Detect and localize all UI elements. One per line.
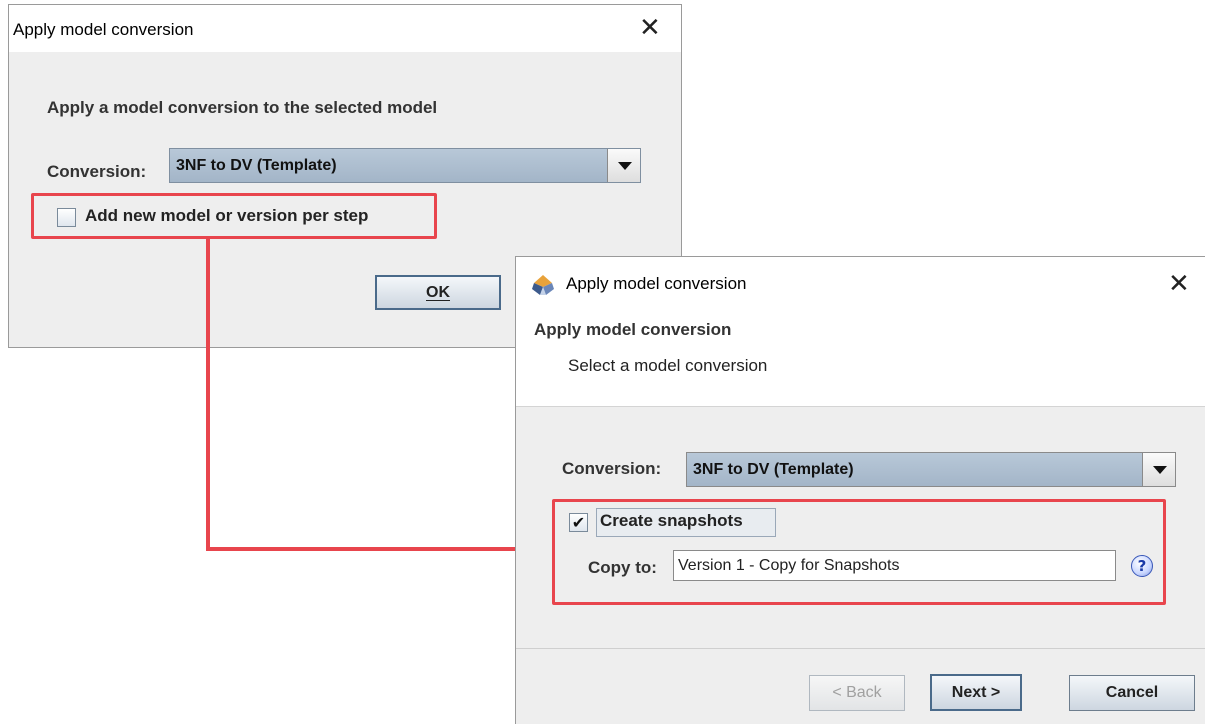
connector-line-vertical <box>206 236 210 551</box>
window-title: Apply model conversion <box>566 274 747 293</box>
conversion-select[interactable]: 3NF to DV (Template) <box>686 452 1176 487</box>
wizard-header: Apply model conversion ✕ Apply model con… <box>516 257 1205 407</box>
help-icon[interactable]: ? <box>1131 555 1153 577</box>
app-logo-icon <box>532 275 554 295</box>
create-snapshots-label[interactable]: Create snapshots <box>600 511 743 531</box>
conversion-selected-value: 3NF to DV (Template) <box>176 157 337 174</box>
footer-divider <box>516 648 1205 649</box>
dropdown-button[interactable] <box>607 149 640 182</box>
conversion-label: Conversion: <box>562 459 662 478</box>
close-icon[interactable]: ✕ <box>639 15 661 41</box>
next-button-label: Next > <box>951 683 1001 701</box>
create-snapshots-checkbox[interactable]: ✔ <box>569 513 588 532</box>
copy-to-label: Copy to: <box>588 558 657 577</box>
title-bar: Apply model conversion ✕ <box>9 5 681 52</box>
wizard-step-subtitle: Select a model conversion <box>568 356 768 375</box>
highlight-box-checkbox <box>31 193 437 239</box>
conversion-wizard-dialog: Apply model conversion ✕ Apply model con… <box>515 256 1205 724</box>
chevron-down-icon <box>1153 466 1167 474</box>
copy-to-input[interactable] <box>673 550 1116 581</box>
check-icon: ✔ <box>571 512 586 532</box>
connector-line-horizontal <box>206 547 532 551</box>
close-icon[interactable]: ✕ <box>1168 271 1190 297</box>
back-button[interactable]: < Back <box>809 675 905 711</box>
cancel-button[interactable]: Cancel <box>1069 675 1195 711</box>
conversion-label: Conversion: <box>47 162 147 181</box>
ok-button[interactable]: OK <box>375 275 501 310</box>
conversion-selected-value: 3NF to DV (Template) <box>693 461 854 478</box>
dropdown-button[interactable] <box>1142 453 1175 486</box>
wizard-step-title: Apply model conversion <box>534 320 732 339</box>
dialog-heading: Apply a model conversion to the selected… <box>47 98 438 117</box>
back-button-label: < Back <box>832 684 882 701</box>
window-title: Apply model conversion <box>13 20 194 39</box>
conversion-select[interactable]: 3NF to DV (Template) <box>169 148 641 183</box>
next-button[interactable]: Next > <box>930 674 1022 711</box>
chevron-down-icon <box>618 162 632 170</box>
ok-button-label: OK <box>426 283 450 301</box>
cancel-button-label: Cancel <box>1105 684 1159 701</box>
